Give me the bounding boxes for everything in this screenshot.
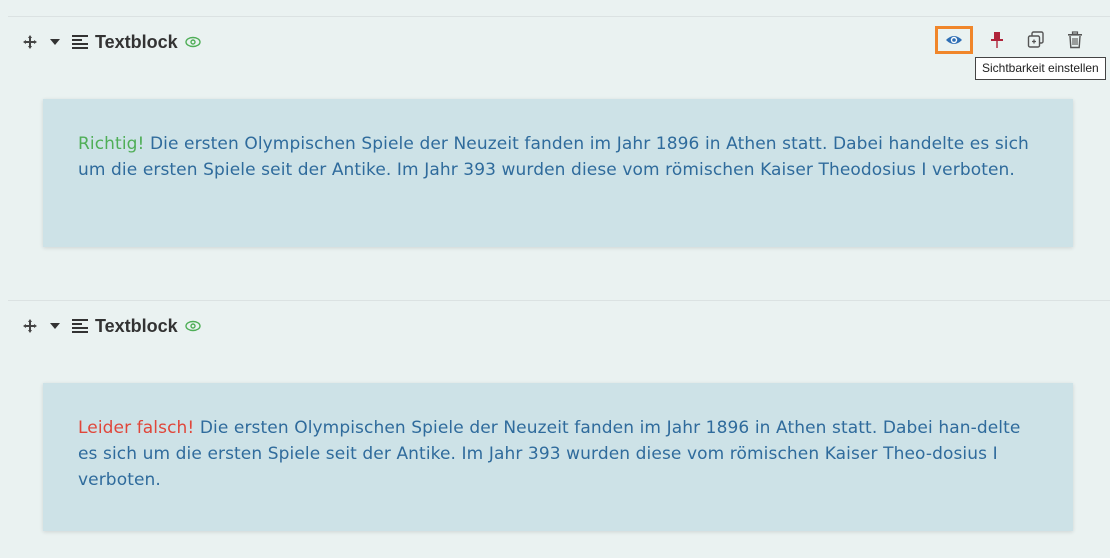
text-card[interactable]: Leider falsch! Die ersten Olympischen Sp… xyxy=(43,383,1073,531)
feedback-wrong-label: Leider falsch! xyxy=(78,418,195,438)
move-icon[interactable] xyxy=(22,318,38,334)
pin-button[interactable] xyxy=(978,26,1016,54)
visibility-button[interactable] xyxy=(935,26,973,54)
eye-icon xyxy=(185,320,201,332)
pin-icon xyxy=(991,32,1003,48)
block-title: Textblock xyxy=(95,32,178,52)
block-text: Leider falsch! Die ersten Olympischen Sp… xyxy=(78,415,1038,493)
eye-icon xyxy=(946,36,962,44)
copy-icon xyxy=(1027,31,1044,48)
paragraph-icon xyxy=(72,319,88,333)
tooltip: Sichtbarkeit einstellen xyxy=(975,57,1106,80)
textblock-correct: Textblock Sichtbarkeit einstellen Richti… xyxy=(8,16,1110,300)
eye-icon xyxy=(185,36,201,48)
delete-button[interactable] xyxy=(1056,26,1094,54)
move-icon[interactable] xyxy=(22,34,38,50)
block-body-text: Die ersten Olympischen Spiele der Neuzei… xyxy=(78,418,1021,490)
paragraph-icon xyxy=(72,35,88,49)
chevron-down-icon[interactable] xyxy=(50,321,60,331)
textblock-wrong: Textblock Leider falsch! Die ersten Olym… xyxy=(8,300,1110,558)
feedback-correct-label: Richtig! xyxy=(78,134,145,154)
trash-icon xyxy=(1068,31,1082,49)
block-body-text: Die ersten Olympischen Spiele der Neuzei… xyxy=(78,134,1029,180)
text-card[interactable]: Richtig! Die ersten Olympischen Spiele d… xyxy=(43,99,1073,247)
block-title: Textblock xyxy=(95,316,178,336)
chevron-down-icon[interactable] xyxy=(50,37,60,47)
duplicate-button[interactable] xyxy=(1017,26,1055,54)
block-text: Richtig! Die ersten Olympischen Spiele d… xyxy=(78,131,1038,183)
